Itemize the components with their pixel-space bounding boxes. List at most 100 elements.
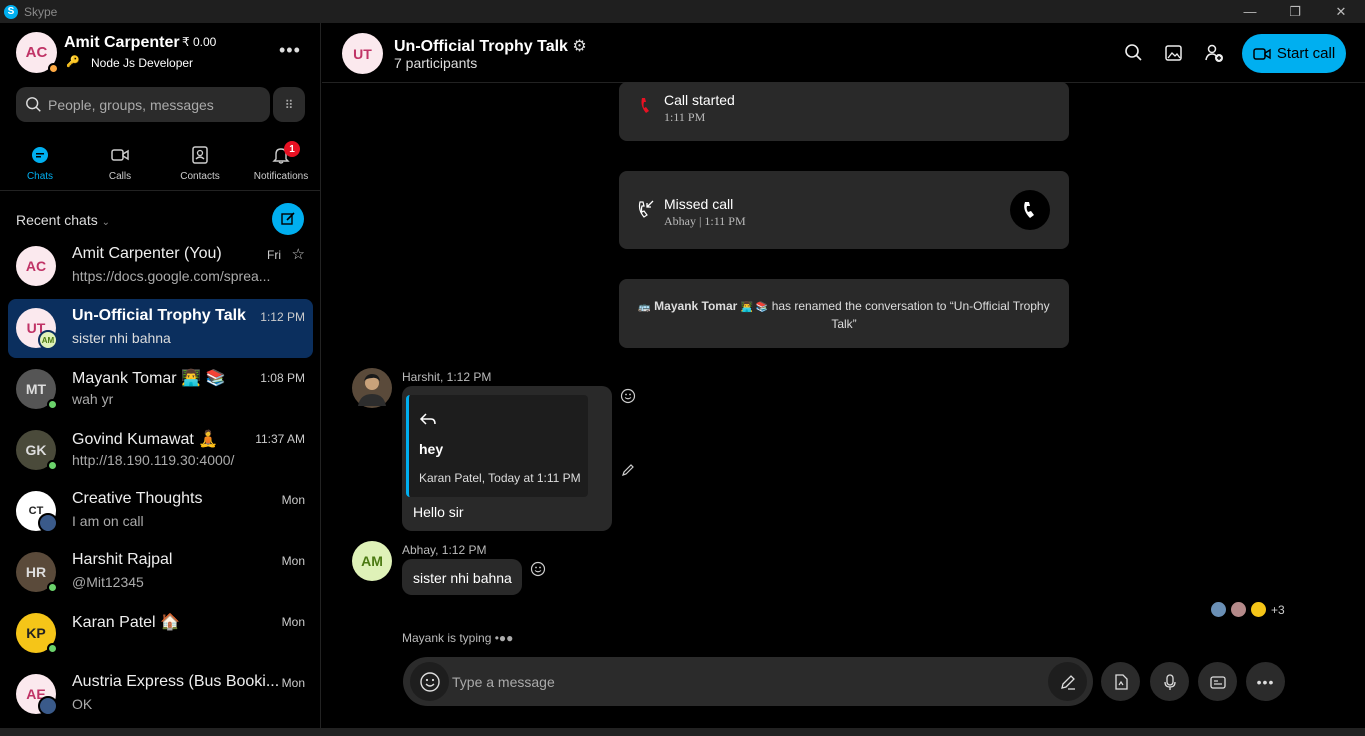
rename-event-card: 🚌 Mayank Tomar 👨‍💻 📚 has renamed the con… [619, 279, 1069, 348]
tab-calls[interactable]: Calls [85, 141, 155, 182]
pen-icon [1060, 674, 1075, 690]
contact-card-icon [1209, 675, 1226, 689]
message-sender: Harshit, 1:12 PM [402, 370, 492, 384]
chat-list-item[interactable]: AC Amit Carpenter (You) https://docs.goo… [8, 237, 313, 296]
chat-list-item[interactable]: AE Austria Express (Bus Booki... OK Mon [8, 665, 313, 724]
conversation-avatar[interactable]: UT [342, 33, 383, 74]
sidebar: AC Amit Carpenter ₹ 0.00 🔑 Node Js Devel… [0, 23, 321, 728]
format-button[interactable] [1048, 662, 1087, 701]
missed-call-icon [638, 200, 654, 218]
gallery-icon[interactable] [1163, 42, 1185, 64]
chat-list-item[interactable]: GK Govind Kumawat 🧘 http://18.190.119.30… [8, 421, 313, 480]
more-actions-button[interactable]: ••• [1246, 662, 1285, 701]
away-status-icon [48, 63, 59, 74]
microphone-icon [1163, 673, 1176, 690]
online-status-icon [47, 582, 58, 593]
message-composer[interactable]: Type a message [403, 657, 1093, 706]
actor-emoji: 👨‍💻 📚 [740, 302, 769, 313]
typing-indicator: Mayank is typing •●● [402, 631, 513, 645]
read-receipt-avatar[interactable] [1231, 602, 1246, 617]
start-call-label: Start call [1276, 45, 1336, 62]
search-icon[interactable] [1123, 42, 1145, 64]
read-receipt-avatar[interactable] [1211, 602, 1226, 617]
chat-list-item[interactable]: HR Harshit Rajpal @Mit12345 Mon [8, 543, 313, 602]
minimize-button[interactable]: — [1227, 0, 1273, 23]
avatar: GK [16, 430, 58, 471]
profile-name[interactable]: Amit Carpenter [64, 34, 180, 52]
chat-name: Amit Carpenter (You) [72, 245, 222, 262]
quoted-message[interactable]: hey Karan Patel, Today at 1:11 PM [406, 395, 588, 497]
call-started-time: 1:11 PM [664, 110, 706, 124]
chat-time: 1:12 PM [260, 310, 305, 324]
tab-contacts-label: Contacts [180, 171, 220, 182]
send-file-button[interactable] [1101, 662, 1140, 701]
search-icon [26, 96, 41, 112]
file-icon [1114, 673, 1128, 690]
smiley-icon [419, 671, 440, 692]
gear-icon[interactable]: ⚙ [572, 38, 586, 55]
start-call-button[interactable]: Start call [1242, 34, 1346, 73]
sender-avatar[interactable] [352, 368, 392, 408]
new-chat-button[interactable] [272, 203, 304, 235]
search-input[interactable]: People, groups, messages [16, 87, 270, 122]
emoji-button[interactable] [410, 662, 449, 701]
voice-message-button[interactable] [1150, 662, 1189, 701]
add-participant-icon[interactable] [1203, 42, 1225, 64]
smiley-icon[interactable] [530, 561, 546, 577]
phone-icon [641, 98, 649, 113]
rename-event-text: 🚌 Mayank Tomar 👨‍💻 📚 has renamed the con… [634, 298, 1054, 332]
chat-time: 11:37 AM [255, 432, 305, 446]
chat-time: Mon [281, 615, 305, 629]
skype-credit[interactable]: ₹ 0.00 [182, 35, 216, 49]
smiley-icon[interactable] [620, 388, 636, 404]
chat-list-item-active[interactable]: UT AM Un-Official Trophy Talk sister nhi… [8, 299, 313, 358]
message-text: sister nhi bahna [413, 570, 512, 586]
tab-contacts[interactable]: Contacts [165, 141, 235, 182]
message-input[interactable]: Type a message [452, 674, 555, 690]
missed-call-sub: Abhay | 1:11 PM [664, 214, 746, 228]
chat-preview: sister nhi bahna [72, 330, 171, 346]
chat-preview: https://docs.google.com/sprea... [72, 268, 271, 284]
tab-notifications-label: Notifications [253, 171, 309, 182]
rename-actor[interactable]: Mayank Tomar [654, 299, 737, 313]
avatar-initials: GK [25, 442, 47, 458]
edit-pencil-icon[interactable] [620, 462, 636, 478]
tab-chats-label: Chats [26, 171, 54, 182]
quoted-text: hey [419, 441, 444, 457]
more-options-button[interactable]: ••• [279, 40, 301, 61]
restore-button[interactable]: ❐ [1272, 0, 1318, 23]
chat-list-item[interactable]: MT Mayank Tomar 👨‍💻 📚 wah yr 1:08 PM [8, 360, 313, 419]
typing-text: Mayank is typing [402, 631, 492, 645]
tab-chats[interactable]: Chats [5, 141, 75, 182]
chat-name: Harshit Rajpal [72, 551, 173, 568]
profile-avatar[interactable]: AC [16, 32, 59, 74]
chat-list-item[interactable]: KP Karan Patel 🏠 Mon [8, 604, 313, 663]
close-button[interactable]: ✕ [1318, 0, 1364, 23]
sub-avatar [38, 696, 58, 716]
avatar-initials: HR [25, 564, 47, 580]
chat-icon [32, 147, 48, 163]
video-icon [111, 149, 129, 161]
conversation-header: UT Un-Official Trophy Talk ⚙ 7 participa… [322, 23, 1365, 83]
contact-card-button[interactable] [1198, 662, 1237, 701]
call-back-button[interactable] [1010, 190, 1050, 230]
video-call-icon [1253, 47, 1271, 60]
conversation-title[interactable]: Un-Official Trophy Talk ⚙ [394, 36, 587, 56]
message-bubble[interactable]: sister nhi bahna [402, 559, 522, 595]
actor-icon: 🚌 [638, 302, 651, 313]
sender-avatar[interactable]: AM [352, 541, 392, 581]
dialpad-button[interactable]: ⠿ [273, 87, 305, 122]
compose-icon [281, 212, 295, 225]
tab-notifications[interactable]: Notifications 1 [246, 141, 316, 182]
message-bubble[interactable]: hey Karan Patel, Today at 1:11 PM Hello … [402, 386, 612, 531]
chat-list-item[interactable]: CT Creative Thoughts I am on call Mon [8, 482, 313, 541]
star-icon[interactable]: ☆ [292, 245, 305, 263]
online-status-icon [47, 460, 58, 471]
participants-count[interactable]: 7 participants [394, 55, 477, 71]
recent-chats-header[interactable]: Recent chats ⌄ [16, 212, 110, 228]
read-receipt-more[interactable]: +3 [1271, 603, 1285, 617]
avatar: CT [16, 491, 58, 533]
reply-arrow-icon [419, 413, 436, 425]
typing-dots-icon: •●● [494, 631, 514, 645]
read-receipt-avatar[interactable] [1251, 602, 1266, 617]
